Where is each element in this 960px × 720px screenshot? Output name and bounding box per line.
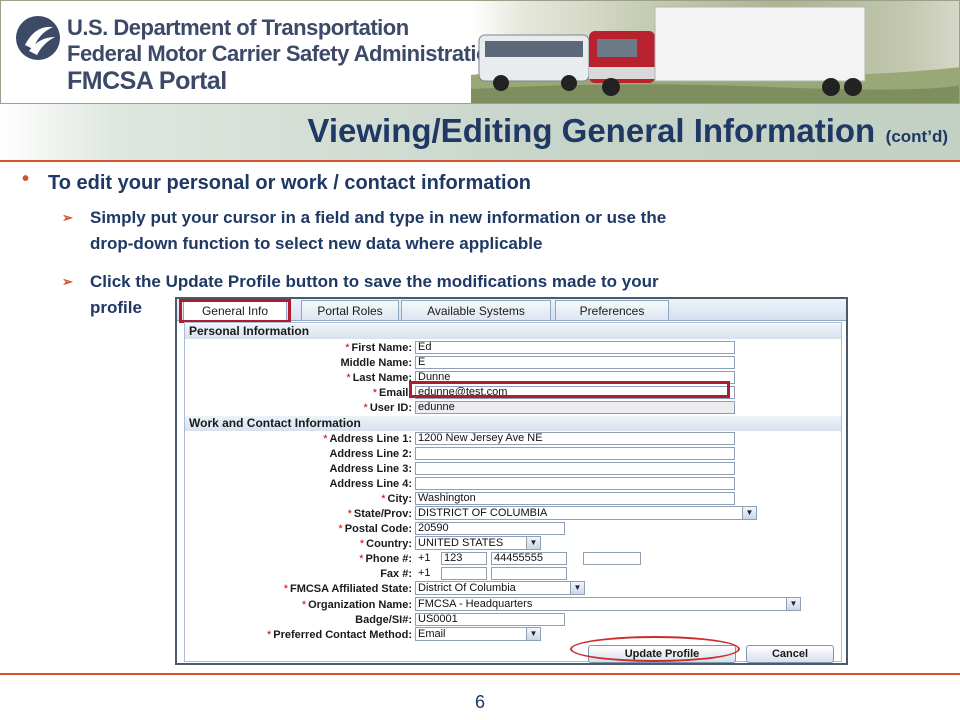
main-bullet: To edit your personal or work / contact … (48, 172, 532, 194)
required-marker: * (283, 583, 288, 595)
sub-bullet-2-line-1: Click the Update Profile button to save … (90, 272, 659, 291)
preferred-contact-method-select[interactable]: Email ▼ (415, 627, 541, 641)
chevron-down-icon[interactable]: ▼ (786, 598, 800, 610)
required-marker: * (301, 599, 307, 611)
country-value: UNITED STATES (418, 537, 504, 549)
address-line-2-field[interactable] (415, 447, 735, 460)
required-marker: * (381, 493, 386, 505)
last-name-label: * Last Name: (346, 372, 412, 384)
preferred-contact-method-value: Email (418, 628, 446, 640)
required-marker: * (372, 387, 377, 399)
slide-title-suffix: (cont’d) (885, 127, 948, 146)
update-profile-highlight (570, 636, 740, 662)
postal-code-label: * Postal Code: (338, 523, 412, 535)
phone-label: * Phone #: (359, 553, 412, 565)
city-field[interactable]: Washington (415, 492, 735, 505)
tab-portal-roles[interactable]: Portal Roles (301, 300, 399, 320)
section-personal-information: Personal Information (185, 324, 841, 339)
preferred-contact-method-label: * Preferred Contact Method: (266, 629, 412, 641)
required-marker: * (266, 629, 272, 641)
required-marker: * (363, 402, 368, 414)
required-marker: * (359, 553, 364, 565)
title-band: Viewing/Editing General Information (con… (0, 104, 960, 162)
header-banner: U.S. Department of Transportation Federa… (0, 0, 960, 104)
organization-name-value: FMCSA - Headquarters (418, 598, 533, 610)
required-marker: * (323, 433, 328, 445)
required-marker: * (345, 342, 350, 354)
fmcsa-affiliated-state-select[interactable]: District Of Columbia ▼ (415, 581, 585, 595)
state-prov-select[interactable]: DISTRICT OF COLUMBIA ▼ (415, 506, 757, 520)
slide-title: Viewing/Editing General Information (con… (307, 112, 948, 150)
portal-name: FMCSA Portal (67, 67, 227, 95)
page-number: 6 (474, 692, 485, 712)
tab-available-systems[interactable]: Available Systems (401, 300, 551, 320)
agency-name: Federal Motor Carrier Safety Administrat… (67, 41, 502, 66)
middle-name-label: Middle Name: (340, 357, 412, 369)
profile-screenshot: General Info Portal Roles Available Syst… (175, 297, 848, 665)
address-line-3-label: Address Line 3: (329, 463, 412, 475)
fmcsa-affiliated-state-label: * FMCSA Affiliated State: (283, 583, 412, 595)
first-name-field[interactable]: Ed (415, 341, 735, 354)
city-label: * City: (381, 493, 412, 505)
badge-si-field[interactable]: US0001 (415, 613, 565, 626)
phone-number-field[interactable]: 44455555 (491, 552, 567, 565)
arrow-bullet-icon: ➢ (62, 210, 73, 225)
address-line-2-label: Address Line 2: (329, 448, 412, 460)
phone-country-code: +1 (418, 552, 431, 564)
middle-name-field[interactable]: E (415, 356, 735, 369)
bullet-dot-icon: • (22, 168, 30, 190)
state-prov-label: * State/Prov: (347, 508, 412, 520)
general-info-highlight (179, 299, 291, 323)
required-marker: * (359, 538, 365, 550)
email-field-highlight (409, 381, 730, 398)
cancel-button[interactable]: Cancel (746, 645, 834, 663)
email-label: * Email: (372, 387, 412, 399)
address-line-4-field[interactable] (415, 477, 735, 490)
country-select[interactable]: UNITED STATES ▼ (415, 536, 541, 550)
chevron-down-icon[interactable]: ▼ (570, 582, 584, 594)
sub-bullet-1-line-1: Simply put your cursor in a field and ty… (90, 208, 667, 227)
organization-name-select[interactable]: FMCSA - Headquarters ▼ (415, 597, 801, 611)
state-prov-value: DISTRICT OF COLUMBIA (418, 507, 548, 519)
required-marker: * (347, 508, 352, 520)
fax-country-code: +1 (418, 567, 431, 579)
address-line-3-field[interactable] (415, 462, 735, 475)
chevron-down-icon[interactable]: ▼ (526, 628, 540, 640)
sub-bullet-2-line-2: profile (90, 298, 142, 317)
address-line-4-label: Address Line 4: (329, 478, 412, 490)
fax-area-field[interactable] (441, 567, 487, 580)
organization-name-label: * Organization Name: (301, 599, 412, 611)
sub-bullet-1-line-2: drop-down function to select new data wh… (90, 234, 543, 253)
chevron-down-icon[interactable]: ▼ (742, 507, 756, 519)
tab-preferences[interactable]: Preferences (555, 300, 669, 320)
address-line-1-field[interactable]: 1200 New Jersey Ave NE (415, 432, 735, 445)
slide-title-main: Viewing/Editing General Information (307, 112, 876, 149)
phone-area-field[interactable]: 123 (441, 552, 487, 565)
required-marker: * (338, 523, 343, 535)
profile-form: Personal Information * First Name: Ed Mid… (184, 322, 842, 663)
fax-number-field[interactable] (491, 567, 567, 580)
arrow-bullet-icon: ➢ (62, 274, 73, 289)
chevron-down-icon[interactable]: ▼ (526, 537, 540, 549)
address-line-1-label: * Address Line 1: (323, 433, 412, 445)
department-name: U.S. Department of Transportation (67, 15, 409, 40)
user-id-label: * User ID: (363, 402, 412, 414)
user-id-field: edunne (415, 401, 735, 414)
country-label: * Country: (359, 538, 412, 550)
section-work-contact-information: Work and Contact Information (185, 416, 841, 431)
fmcsa-affiliated-state-value: District Of Columbia (418, 582, 516, 594)
fax-label: Fax #: (380, 568, 412, 580)
trucks-photo (471, 6, 959, 103)
phone-ext-field[interactable] (583, 552, 641, 565)
badge-si-label: Badge/SI#: (355, 614, 412, 626)
footer-divider (0, 673, 960, 675)
first-name-label: * First Name: (345, 342, 412, 354)
required-marker: * (346, 372, 351, 384)
postal-code-field[interactable]: 20590 (415, 522, 565, 535)
dot-logo-icon (16, 16, 60, 60)
